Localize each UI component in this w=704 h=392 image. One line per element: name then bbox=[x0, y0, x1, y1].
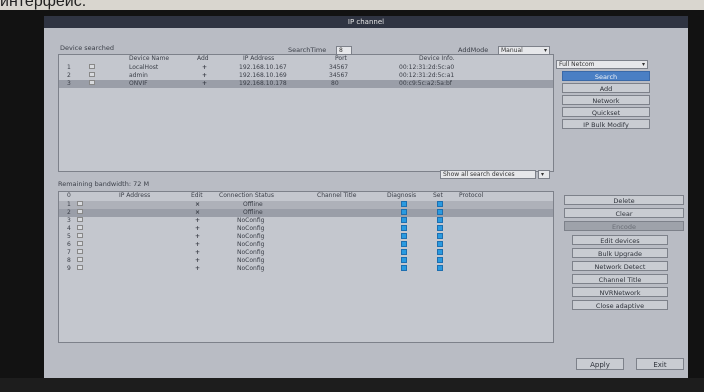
protocol-select[interactable]: Full Netcom ▾ bbox=[556, 60, 648, 69]
settings-icon[interactable] bbox=[437, 265, 443, 274]
chevron-down-icon: ▾ bbox=[641, 61, 645, 68]
row-checkbox[interactable] bbox=[77, 201, 83, 209]
col-connection-status: Connection Status bbox=[219, 192, 274, 199]
ip-bulk-modify-button[interactable]: IP Bulk Modify bbox=[562, 119, 650, 129]
add-icon[interactable]: + bbox=[195, 241, 200, 249]
encode-button[interactable]: Encode bbox=[564, 221, 684, 231]
add-device-icon[interactable]: + bbox=[202, 64, 207, 72]
row-checkbox[interactable] bbox=[77, 249, 83, 257]
col-device-name: Device Name bbox=[129, 55, 170, 62]
table-row[interactable]: 4 + NoConfig bbox=[59, 225, 553, 233]
exit-button[interactable]: Exit bbox=[636, 358, 684, 370]
add-icon[interactable]: + bbox=[195, 257, 200, 265]
bandwidth-label: Remaining bandwidth: 72 M bbox=[58, 180, 150, 188]
table-row[interactable]: 8 + NoConfig bbox=[59, 257, 553, 265]
col-diagnosis: Diagnosis bbox=[387, 192, 417, 199]
search-time-label: SearchTime bbox=[288, 46, 327, 54]
add-icon[interactable]: + bbox=[195, 217, 200, 225]
bulk-upgrade-button[interactable]: Bulk Upgrade bbox=[572, 248, 668, 258]
table-row[interactable]: 2 admin + 192.168.10.169 34567 00:12:31:… bbox=[59, 72, 553, 80]
chevron-down-icon[interactable]: ▾ bbox=[538, 170, 550, 179]
table-row[interactable]: 9 + NoConfig bbox=[59, 265, 553, 273]
col-device-info: Device Info. bbox=[419, 55, 455, 62]
row-checkbox[interactable] bbox=[89, 72, 95, 80]
window-title: IP channel bbox=[44, 16, 688, 28]
add-icon[interactable]: + bbox=[195, 225, 200, 233]
channel-table-header: 0 IP Address Edit Connection Status Chan… bbox=[67, 192, 484, 199]
add-mode-label: AddMode bbox=[458, 46, 489, 54]
device-searched-label: Device searched bbox=[60, 44, 115, 52]
row-checkbox[interactable] bbox=[77, 241, 83, 249]
add-device-icon[interactable]: + bbox=[202, 80, 207, 88]
quickset-button[interactable]: Quickset bbox=[562, 107, 650, 117]
table-row[interactable]: 3 ONVIF + 192.168.10.178 80 00:c9:5c:a2:… bbox=[59, 80, 553, 88]
add-icon[interactable]: + bbox=[195, 265, 200, 273]
table-row[interactable]: 2 × Offline bbox=[59, 209, 553, 217]
col-edit: Edit bbox=[191, 192, 203, 199]
screen: IP channel Device searched SearchTime 8 … bbox=[44, 16, 688, 378]
close-adaptive-button[interactable]: Close adaptive bbox=[572, 300, 668, 310]
table-row[interactable]: 3 + NoConfig bbox=[59, 217, 553, 225]
row-checkbox[interactable] bbox=[77, 209, 83, 217]
row-checkbox[interactable] bbox=[89, 64, 95, 72]
add-icon[interactable]: + bbox=[195, 249, 200, 257]
clear-button[interactable]: Clear bbox=[564, 208, 684, 218]
device-table-header: Device Name Add IP Address Port Device I… bbox=[59, 55, 553, 63]
row-checkbox[interactable] bbox=[77, 225, 83, 233]
col-ip-address: IP Address bbox=[243, 55, 275, 62]
row-checkbox[interactable] bbox=[77, 233, 83, 241]
row-checkbox[interactable] bbox=[77, 257, 83, 265]
col-protocol: Protocol bbox=[459, 192, 484, 199]
add-icon[interactable]: + bbox=[195, 233, 200, 241]
row-checkbox[interactable] bbox=[89, 80, 95, 88]
network-button[interactable]: Network bbox=[562, 95, 650, 105]
col-port: Port bbox=[335, 55, 347, 62]
delete-button[interactable]: Delete bbox=[564, 195, 684, 205]
delete-icon[interactable]: × bbox=[195, 209, 200, 217]
row-checkbox[interactable] bbox=[77, 217, 83, 225]
table-row[interactable]: 1 × Offline bbox=[59, 201, 553, 209]
edit-devices-button[interactable]: Edit devices bbox=[572, 235, 668, 245]
channel-title-button[interactable]: Channel Title bbox=[572, 274, 668, 284]
table-row[interactable]: 5 + NoConfig bbox=[59, 233, 553, 241]
apply-button[interactable]: Apply bbox=[576, 358, 624, 370]
table-row[interactable]: 6 + NoConfig bbox=[59, 241, 553, 249]
search-button[interactable]: Search bbox=[562, 71, 650, 81]
network-detect-button[interactable]: Network Detect bbox=[572, 261, 668, 271]
add-device-icon[interactable]: + bbox=[202, 72, 207, 80]
channel-table: 0 IP Address Edit Connection Status Chan… bbox=[58, 191, 554, 343]
col-set: Set bbox=[433, 192, 443, 199]
device-search-table: Device Name Add IP Address Port Device I… bbox=[58, 54, 554, 172]
show-all-devices-select[interactable]: Show all search devices bbox=[440, 170, 536, 179]
row-checkbox[interactable] bbox=[77, 265, 83, 273]
delete-icon[interactable]: × bbox=[195, 201, 200, 209]
add-mode-value: Manual bbox=[501, 47, 523, 54]
col-ip-address: IP Address bbox=[119, 192, 151, 199]
col-add: Add bbox=[197, 55, 209, 62]
add-button[interactable]: Add bbox=[562, 83, 650, 93]
col-channel-title: Channel Title bbox=[317, 192, 357, 199]
table-row[interactable]: 1 LocalHost + 192.168.10.167 34567 00:12… bbox=[59, 64, 553, 72]
table-row[interactable]: 7 + NoConfig bbox=[59, 249, 553, 257]
monitor-stand-edge bbox=[0, 378, 704, 392]
nvr-network-button[interactable]: NVRNetwork bbox=[572, 287, 668, 297]
diagnosis-icon[interactable] bbox=[401, 265, 407, 274]
